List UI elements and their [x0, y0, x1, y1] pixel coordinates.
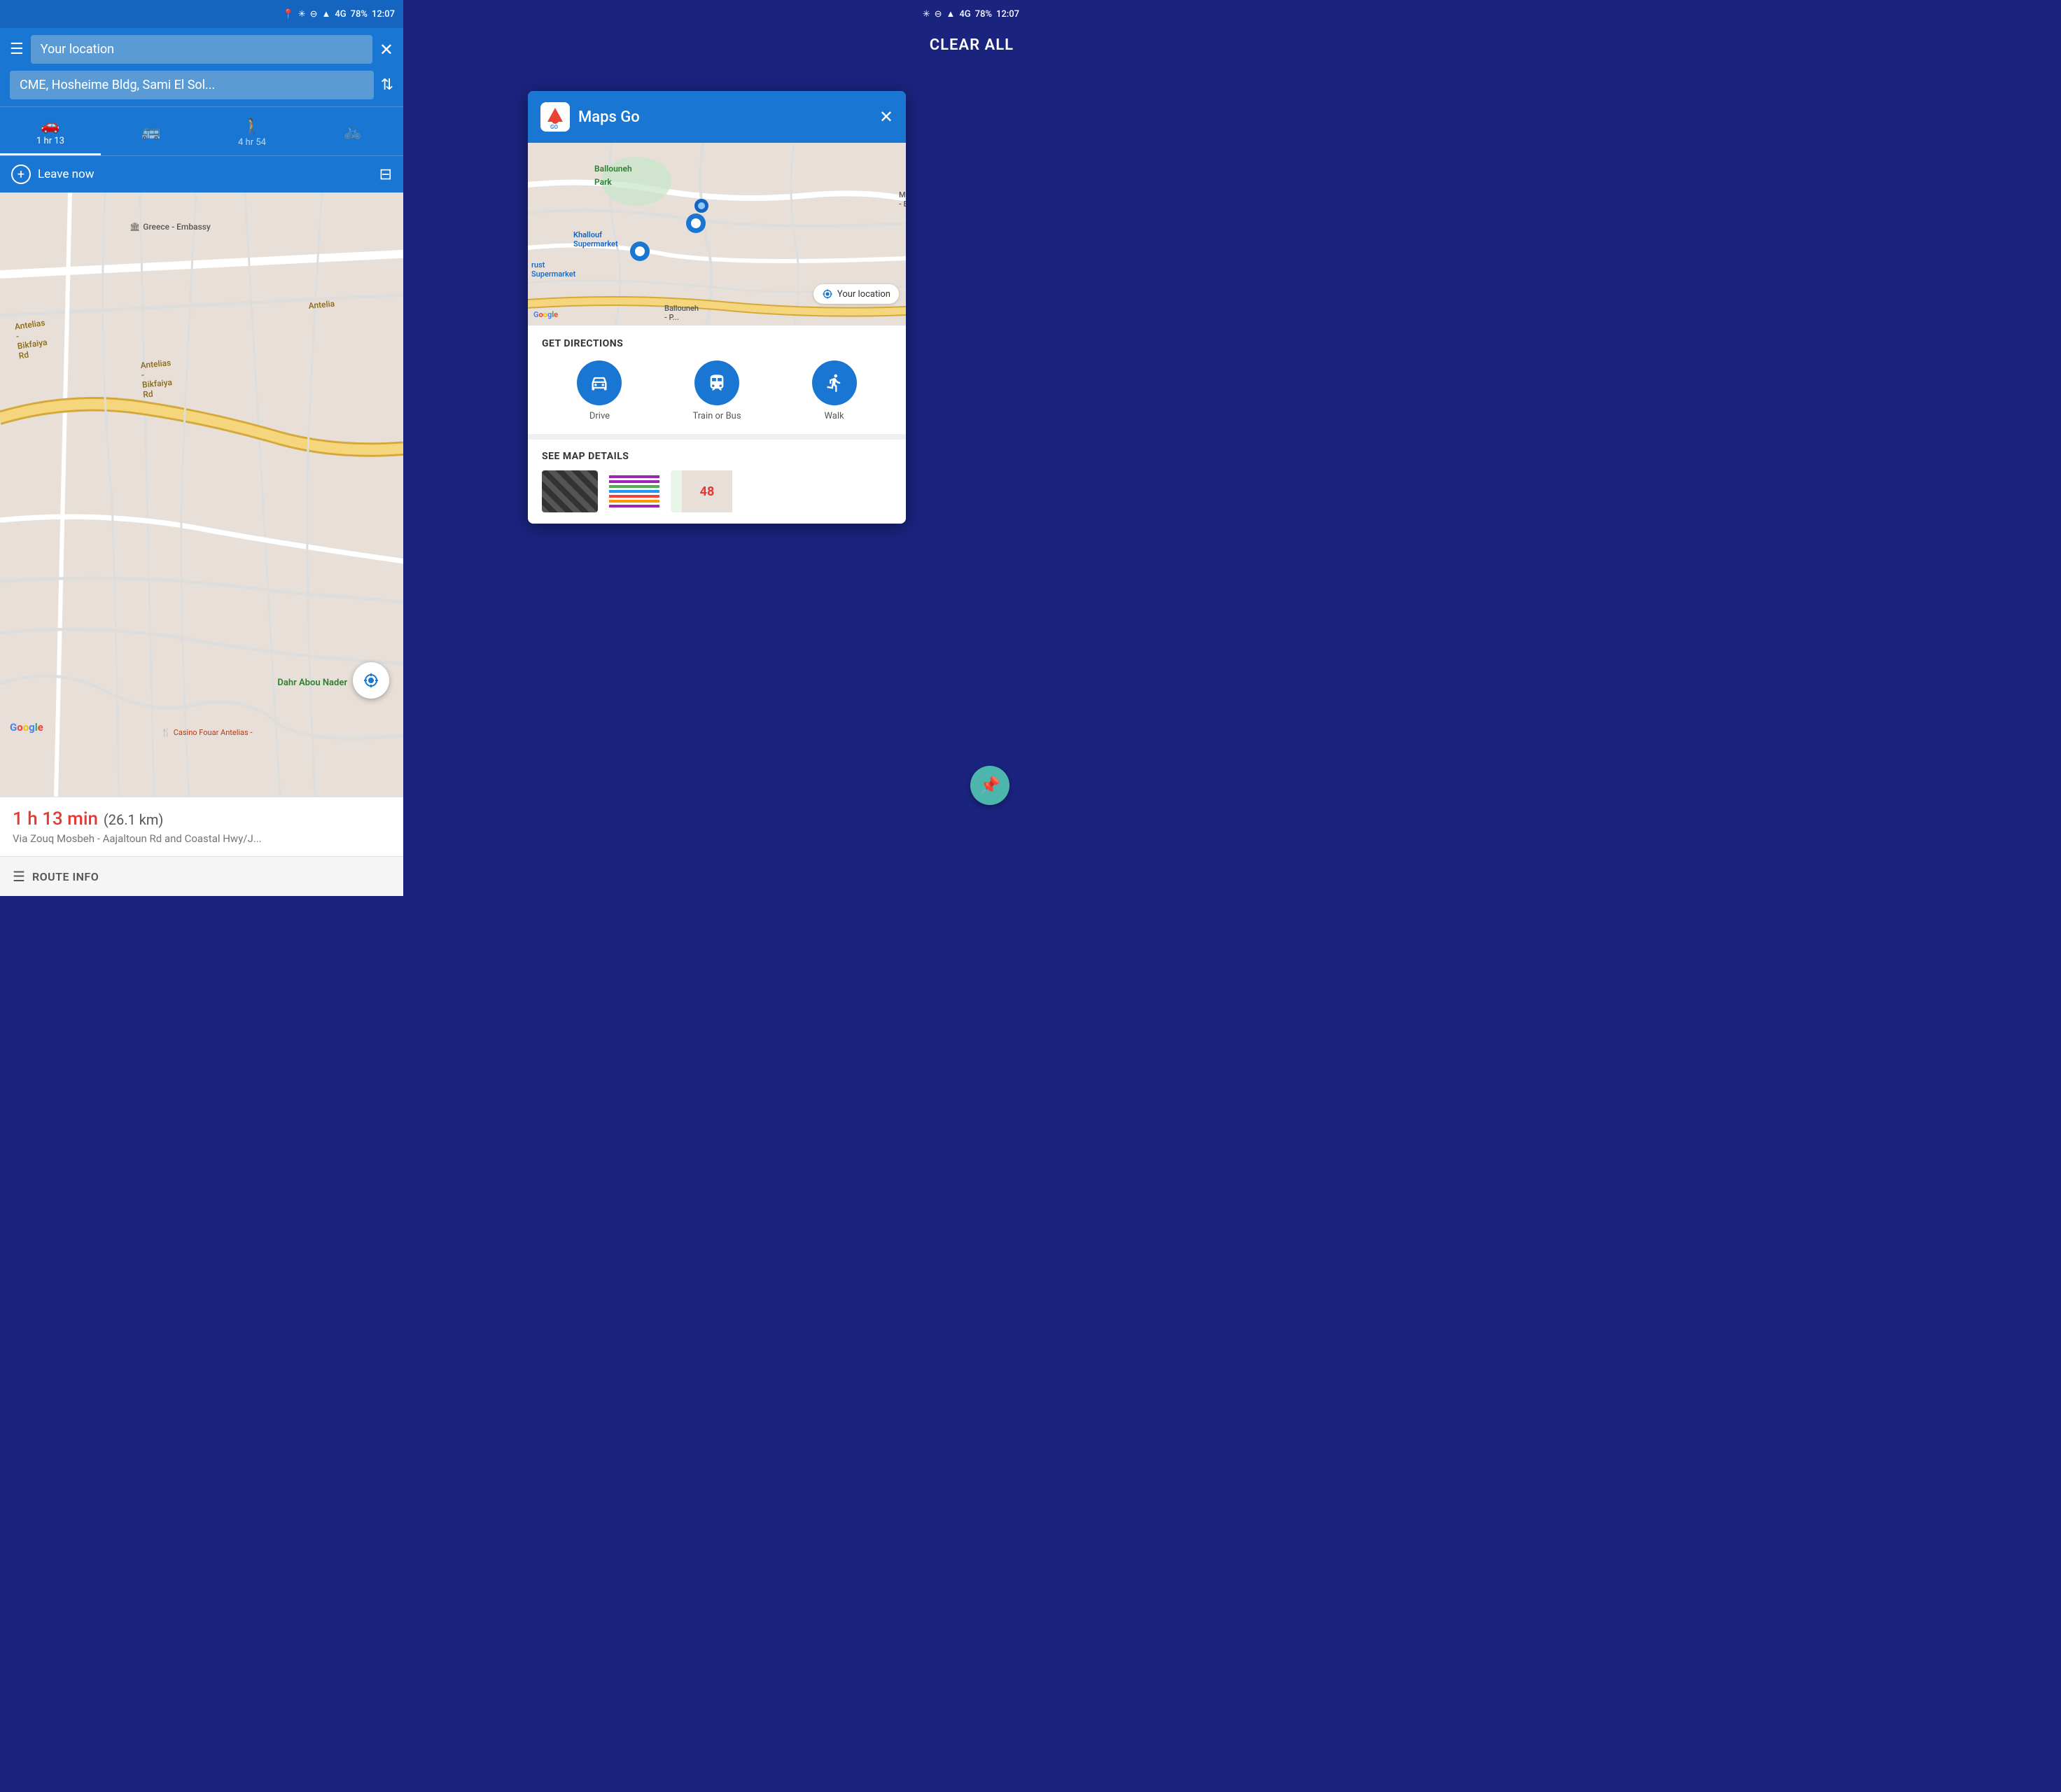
walk-circle	[812, 360, 857, 405]
walk-duration: 4 hr 54	[238, 137, 266, 148]
bluetooth-icon-right: ✳	[923, 9, 930, 20]
bottom-info: 1 h 13 min (26.1 km) Via Zouq Mosbeh - A…	[0, 797, 403, 856]
route-info-bar[interactable]: ☰ ROUTE INFO	[0, 856, 403, 896]
dialog-title: Maps Go	[578, 108, 640, 126]
dahr-label: Dahr Abou Nader	[277, 678, 347, 688]
location-status-icon: 📍	[283, 9, 294, 20]
tab-walk[interactable]: 🚶 4 hr 54	[202, 108, 302, 155]
route-info-icon: ☰	[13, 868, 25, 885]
filter-icon[interactable]: ⊟	[379, 166, 392, 183]
bike-icon: 🚲	[343, 123, 362, 141]
drive-circle	[577, 360, 622, 405]
walk-label: Walk	[824, 411, 844, 421]
your-location-pill: Your location	[813, 284, 899, 304]
add-time-icon[interactable]: +	[11, 164, 31, 184]
google-logo-mini: Google	[533, 309, 558, 319]
map-thumb-2[interactable]	[606, 470, 662, 512]
dnd-icon-right: ⊖	[935, 9, 942, 20]
see-map-details-title: SEE MAP DETAILS	[542, 451, 892, 462]
map-svg-left	[0, 192, 403, 797]
status-bar-left: 📍 ✳ ⊖ ▲ 4G 78% 12:07	[0, 0, 403, 28]
map-thumb-1[interactable]	[542, 470, 598, 512]
dialog-header: GO Maps Go ✕	[528, 91, 906, 143]
tab-drive[interactable]: 🚗 1 hr 13	[0, 107, 101, 155]
map-thumbnails: 48	[542, 470, 892, 512]
see-map-details-section: SEE MAP DETAILS 48	[528, 434, 906, 524]
route-distance: (26.1 km)	[104, 811, 163, 828]
leave-now-bar[interactable]: + Leave now ⊟	[0, 155, 403, 192]
tab-bike[interactable]: 🚲	[302, 113, 403, 149]
wifi-icon: ▲	[322, 8, 331, 20]
route-via: Via Zouq Mosbeh - Aajaltoun Rd and Coast…	[13, 832, 391, 845]
status-bar-right: ✳ ⊖ ▲ 4G 78% 12:07	[403, 0, 1030, 28]
fab-icon: 📌	[979, 776, 1000, 795]
your-location-label: Your location	[837, 289, 890, 300]
walk-direction-button[interactable]: Walk	[812, 360, 857, 421]
directions-buttons: Drive Train or Bus	[542, 360, 892, 421]
maps-go-logo: GO	[540, 102, 570, 132]
right-panel: ✳ ⊖ ▲ 4G 78% 12:07 CLEAR ALL GO Maps	[403, 0, 1030, 896]
maps-go-dialog: GO Maps Go ✕	[528, 91, 906, 524]
left-panel: 📍 ✳ ⊖ ▲ 4G 78% 12:07 ☰ Your location ✕ C…	[0, 0, 403, 896]
transport-tabs: 🚗 1 hr 13 🚌 🚶 4 hr 54 🚲	[0, 106, 403, 155]
wifi-icon-right: ▲	[946, 8, 956, 20]
dnd-icon: ⊖	[310, 9, 318, 20]
time-right: 12:07	[996, 9, 1019, 20]
transit-direction-button[interactable]: Train or Bus	[692, 360, 741, 421]
swap-directions-icon[interactable]: ⇅	[381, 76, 393, 94]
origin-search-box[interactable]: Your location	[31, 35, 372, 64]
route-time: 1 h 13 min (26.1 km)	[13, 808, 391, 830]
nav-row1: ☰ Your location ✕	[10, 35, 393, 64]
clear-all-button[interactable]: CLEAR ALL	[930, 36, 1014, 54]
transit-circle	[694, 360, 739, 405]
embassy-label: 🏛 Greece - Embassy	[130, 222, 211, 232]
nav-row2: CME, Hosheime Bldg, Sami El Sol... ⇅	[10, 71, 393, 99]
leave-now-text: Leave now	[38, 167, 95, 181]
drive-direction-button[interactable]: Drive	[577, 360, 622, 421]
my-location-button[interactable]	[353, 662, 389, 699]
transit-icon: 🚌	[141, 123, 160, 141]
route-info-label: ROUTE INFO	[32, 870, 99, 883]
walk-icon: 🚶	[242, 118, 261, 136]
drive-icon: 🚗	[41, 117, 60, 134]
battery-label: 78%	[351, 9, 368, 20]
hamburger-icon[interactable]: ☰	[10, 41, 24, 58]
dialog-title-row: GO Maps Go	[540, 102, 640, 132]
battery-right: 78%	[975, 9, 992, 20]
time-left: 12:07	[372, 9, 395, 20]
svg-text:GO: GO	[550, 124, 558, 130]
map-thumb-3[interactable]: 48	[671, 470, 727, 512]
drive-label: Drive	[589, 411, 610, 421]
route-duration: 1 h 13 min	[13, 808, 98, 830]
close-search-button[interactable]: ✕	[379, 40, 393, 59]
get-directions-title: GET DIRECTIONS	[542, 338, 892, 349]
transit-label: Train or Bus	[692, 411, 741, 421]
google-logo-left: Google	[10, 721, 43, 734]
signal-label: 4G	[335, 9, 346, 20]
map-area-left: 🏛 Greece - Embassy Antelias - Bikfaiya R…	[0, 192, 403, 797]
bluetooth-icon: ✳	[298, 9, 306, 20]
dialog-close-button[interactable]: ✕	[879, 107, 893, 127]
destination-search-box[interactable]: CME, Hosheime Bldg, Sami El Sol...	[10, 71, 374, 99]
tab-transit[interactable]: 🚌	[101, 113, 202, 149]
fab-button[interactable]: 📌	[970, 766, 1009, 805]
get-directions-section: GET DIRECTIONS Drive	[528, 325, 906, 434]
drive-duration: 1 hr 13	[36, 136, 64, 146]
leave-now-left: + Leave now	[11, 164, 95, 184]
mini-map: Ballouneh Park Khallouf Supermarket Mold…	[528, 143, 906, 325]
signal-right: 4G	[959, 9, 970, 20]
casino-label: 🍴 Casino Fouar Antelias -	[161, 728, 252, 737]
nav-header: ☰ Your location ✕ CME, Hosheime Bldg, Sa…	[0, 28, 403, 106]
